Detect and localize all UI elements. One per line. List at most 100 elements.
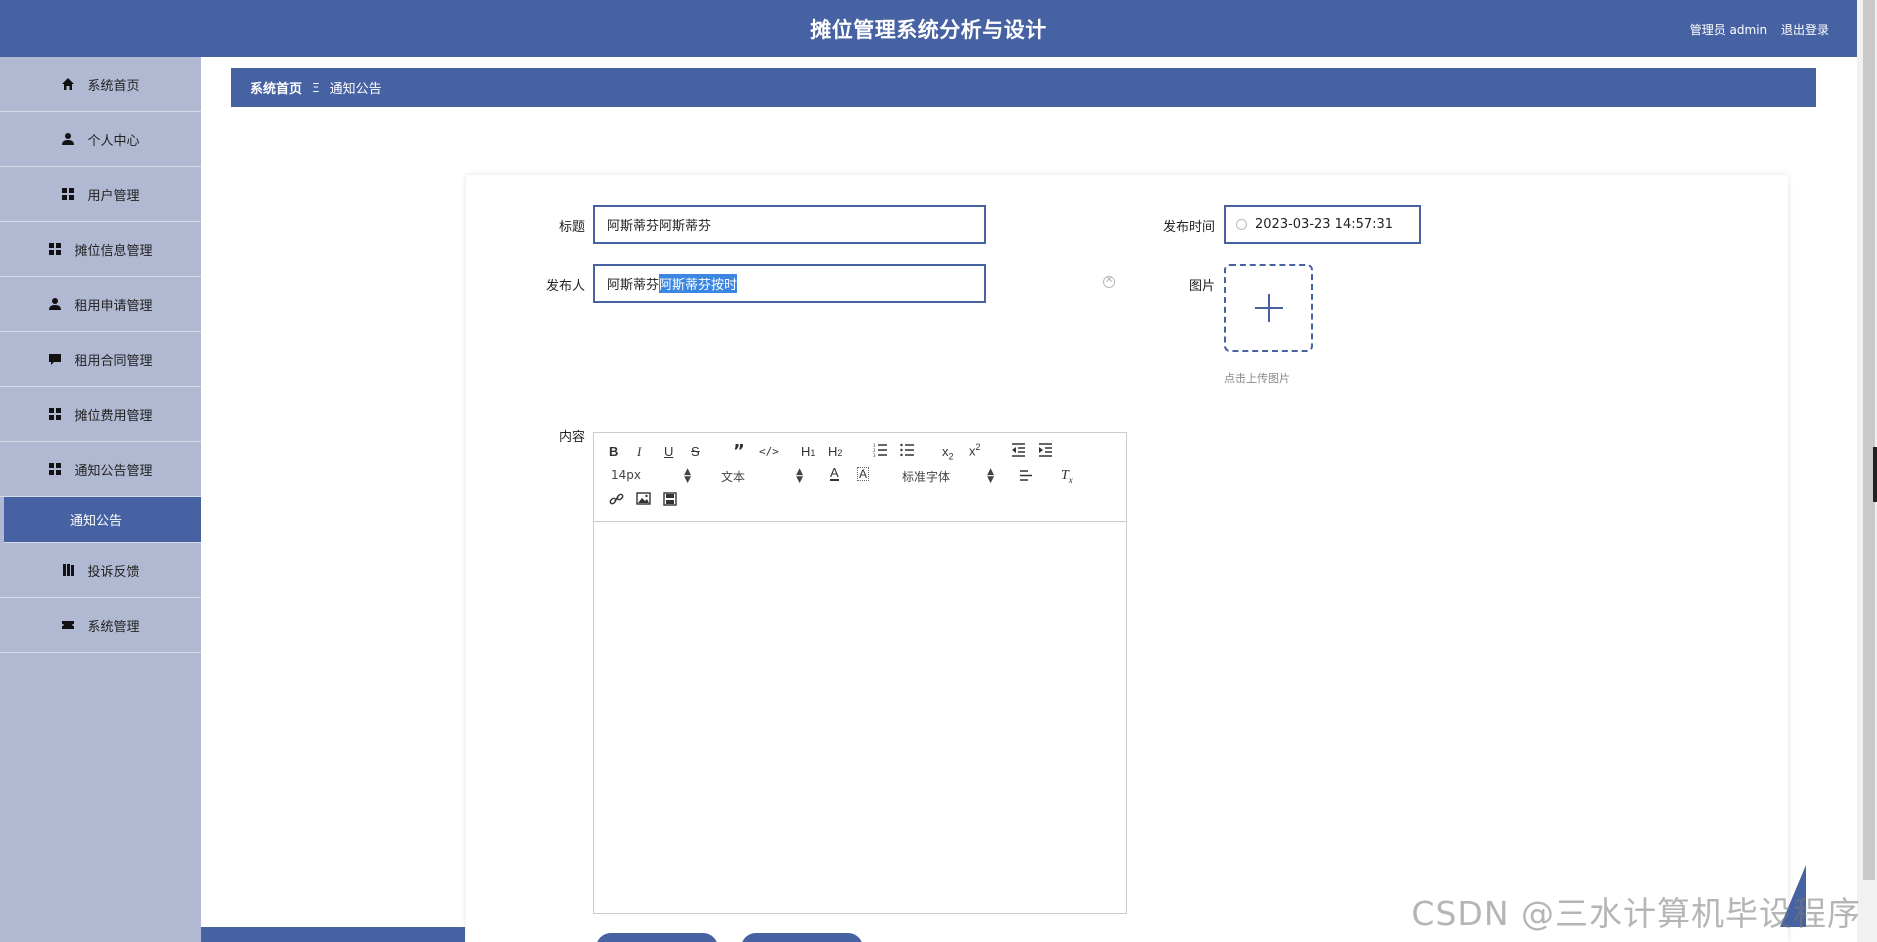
sidebar-item-rent-contract[interactable]: 租用合同管理 [0, 332, 201, 387]
sidebar-item-feedback[interactable]: 投诉反馈 [0, 543, 201, 598]
header-value: 文本 [721, 470, 746, 484]
publisher-input[interactable]: 阿斯蒂芬 阿斯蒂芬按时 [593, 264, 986, 303]
publisher-label: 发布人 [545, 279, 585, 294]
superscript-button[interactable]: x2 [969, 442, 981, 458]
title-input-value: 阿斯蒂芬阿斯蒂芬 [607, 219, 712, 234]
clock-icon [1236, 219, 1247, 230]
sidebar-subitem-notice[interactable]: 通知公告 [4, 497, 201, 543]
sidebar-item-system[interactable]: 系统管理 [0, 598, 201, 653]
sidebar-item-stall-info[interactable]: 摊位信息管理 [0, 222, 201, 277]
footer-strip [201, 927, 465, 942]
home-icon [61, 77, 75, 91]
clear-format-letter: T [1061, 468, 1069, 483]
grid-icon [61, 187, 75, 201]
image-upload-button[interactable] [1224, 264, 1313, 352]
image-icon[interactable] [636, 492, 651, 509]
header-select[interactable]: 文本 ▲ ▼ [721, 468, 803, 485]
italic-button[interactable]: I [637, 444, 641, 460]
code-icon[interactable]: </> [759, 445, 779, 458]
bullet-list-icon[interactable] [900, 443, 915, 461]
editor-toolbar: B I U S ” </> H1 H2 123 x2 x2 14px ▲ ▼ 文本 ▲… [594, 433, 1126, 522]
bold-button[interactable]: B [609, 444, 618, 459]
grid-icon [48, 462, 62, 476]
grid-icon [48, 407, 62, 421]
publish-time-input[interactable]: 2023-03-23 14:57:31 [1224, 205, 1421, 244]
quote-button[interactable]: ” [733, 441, 745, 462]
title-label: 标题 [558, 220, 585, 235]
app-title: 摊位管理系统分析与设计 [810, 18, 1047, 42]
clear-icon[interactable] [1103, 274, 1115, 288]
plus-icon [1254, 294, 1283, 322]
underline-button[interactable]: U [664, 444, 673, 459]
font-size-select[interactable]: 14px ▲ ▼ [611, 467, 691, 485]
scrollbar[interactable] [1857, 0, 1877, 942]
breadcrumb: 系统首页 Ξ 通知公告 [231, 68, 1816, 107]
user-icon [48, 297, 62, 311]
rich-text-editor: B I U S ” </> H1 H2 123 x2 x2 14px ▲ ▼ 文本 ▲… [593, 432, 1127, 914]
clear-format-button[interactable]: Tx [1061, 468, 1073, 485]
sidebar-item-home[interactable]: 系统首页 [0, 57, 201, 112]
publish-time-value: 2023-03-23 14:57:31 [1255, 217, 1394, 232]
h2-button[interactable]: H2 [828, 444, 842, 459]
current-user-label: 管理员 admin [1689, 23, 1768, 37]
sidebar-item-label: 通知公告管理 [74, 463, 153, 479]
background-color-icon[interactable]: A [857, 467, 870, 481]
font-color-icon[interactable]: A [830, 466, 839, 481]
image-label: 图片 [1188, 279, 1215, 294]
font-size-value: 14px [611, 468, 641, 482]
indent-icon[interactable] [1038, 443, 1053, 461]
h1-sub: 1 [810, 448, 816, 458]
breadcrumb-separator: Ξ [312, 80, 320, 95]
editor-content-area[interactable] [594, 522, 1126, 913]
user-icon [61, 132, 75, 146]
grid-icon [48, 242, 62, 256]
h1-button[interactable]: H1 [801, 444, 815, 459]
sidebar-item-profile[interactable]: 个人中心 [0, 112, 201, 167]
select-arrow-icon: ▲ ▼ [684, 467, 691, 485]
font-family-select[interactable]: 标准字体 ▲ ▼ [902, 468, 994, 485]
content-label: 内容 [558, 430, 585, 445]
sidebar-item-notice-mgmt[interactable]: 通知公告管理 [0, 442, 201, 497]
outdent-icon[interactable] [1011, 443, 1026, 461]
sidebar-item-label: 摊位费用管理 [74, 408, 153, 424]
strike-button[interactable]: S [691, 444, 700, 459]
title-input[interactable]: 阿斯蒂芬阿斯蒂芬 [593, 205, 986, 244]
svg-text:3: 3 [873, 453, 876, 457]
user-area: 管理员 admin 退出登录 [1690, 21, 1829, 38]
ordered-list-icon[interactable]: 123 [873, 443, 888, 461]
select-arrow-icon: ▲ ▼ [796, 467, 803, 485]
h2-sub: 2 [837, 448, 843, 458]
breadcrumb-current: 通知公告 [329, 82, 382, 97]
watermark: CSDN @三水计算机毕设程序 [1411, 894, 1861, 933]
sidebar-item-label: 租用合同管理 [74, 353, 153, 369]
sidebar-item-rent-apply[interactable]: 租用申请管理 [0, 277, 201, 332]
submit-button[interactable] [596, 933, 718, 942]
logout-link[interactable]: 退出登录 [1781, 23, 1829, 37]
sidebar-item-label: 摊位信息管理 [74, 243, 153, 259]
h1-letter: H [801, 444, 811, 459]
sidebar-item-label: 系统首页 [87, 78, 140, 94]
top-header: 摊位管理系统分析与设计 管理员 admin 退出登录 [0, 0, 1857, 57]
cancel-button[interactable] [741, 933, 863, 942]
publisher-selected-text: 阿斯蒂芬按时 [659, 274, 738, 293]
sidebar-item-label: 个人中心 [87, 133, 140, 149]
chat-icon [48, 352, 62, 366]
sidebar-item-users[interactable]: 用户管理 [0, 167, 201, 222]
sidebar-item-label: 系统管理 [87, 619, 140, 635]
breadcrumb-home[interactable]: 系统首页 [250, 78, 302, 97]
sidebar-item-stall-fee[interactable]: 摊位费用管理 [0, 387, 201, 442]
link-icon[interactable] [609, 492, 624, 510]
h2-letter: H [828, 444, 838, 459]
scrollbar-thumb[interactable] [1863, 0, 1875, 880]
publisher-input-value: 阿斯蒂芬 [607, 278, 660, 293]
subscript-button[interactable]: x2 [942, 444, 954, 462]
sidebar-item-label: 租用申请管理 [74, 298, 153, 314]
book-icon [61, 563, 75, 577]
publish-time-label: 发布时间 [1162, 220, 1215, 235]
align-icon[interactable] [1019, 469, 1033, 486]
sub-digit: 2 [948, 451, 954, 462]
upload-hint: 点击上传图片 [1224, 372, 1290, 385]
video-icon[interactable] [663, 492, 677, 510]
select-arrow-icon: ▲ ▼ [987, 467, 994, 485]
sidebar-item-label: 投诉反馈 [87, 564, 140, 580]
